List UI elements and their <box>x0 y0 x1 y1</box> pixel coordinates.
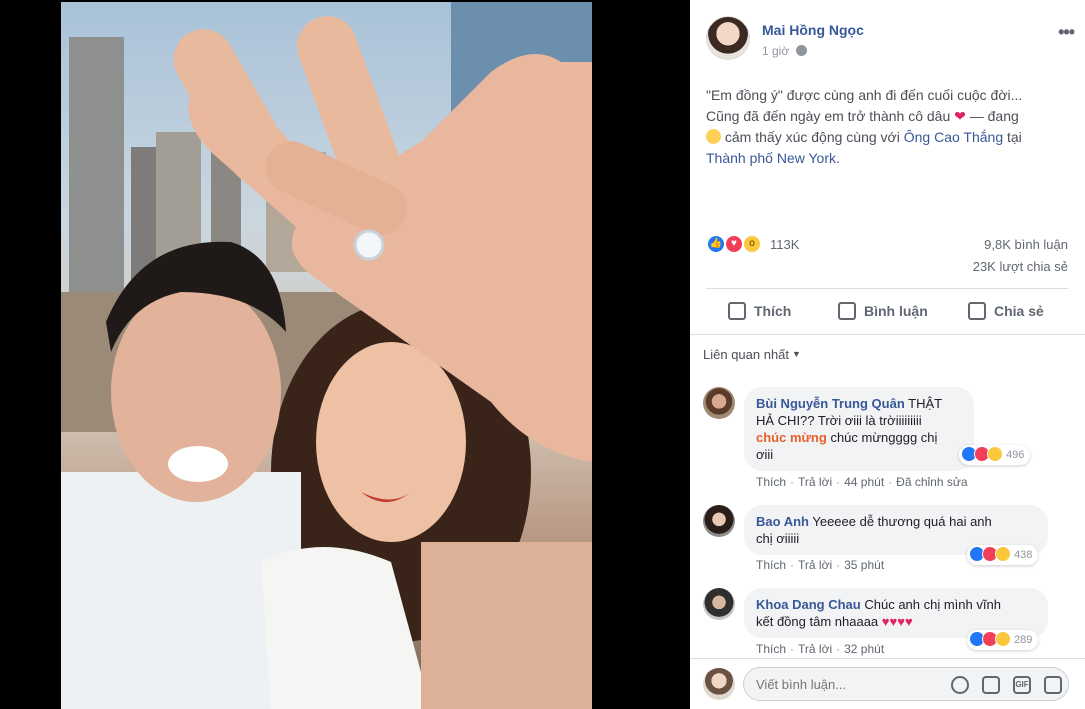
comment-reaction-count: 289 <box>1014 634 1033 646</box>
comment-reaction-count: 438 <box>1014 549 1033 561</box>
comment-text: Chúc anh chị mình vĩnh <box>864 597 1001 612</box>
caption-feeling-prefix: — đang <box>969 108 1019 124</box>
emoji-icon[interactable] <box>951 676 969 694</box>
tagged-person-link[interactable]: Ông Cao Thắng <box>904 129 1003 145</box>
comment-edited-label[interactable]: Đã chỉnh sửa <box>896 475 967 489</box>
comment-bubble: Bùi Nguyễn Trung Quân THẬT HẢ CHI?? Trời… <box>744 387 974 471</box>
caption-line-1: "Em đồng ý" được cùng anh đi đến cuối cu… <box>706 87 1023 103</box>
like-reaction-icon: 👍 <box>706 234 726 254</box>
caret-down-icon: ▼ <box>792 349 801 359</box>
comment-item: Bao Anh Yeeeee dễ thương quá hai anh chị… <box>703 505 1073 585</box>
red-heart-icon: ❤ <box>954 108 966 124</box>
gif-icon[interactable]: GIF <box>1013 676 1031 694</box>
comment-composer: GIF <box>690 658 1085 709</box>
comment-text: ơiii <box>756 447 774 462</box>
love-reaction-icon: ♥ <box>724 234 744 254</box>
commenter-name[interactable]: Khoa Dang Chau <box>756 597 861 612</box>
comment-reaction-summary[interactable]: 438 <box>967 545 1039 565</box>
comment-text: THẬT <box>908 396 943 411</box>
comment-reply-link[interactable]: Trả lời <box>798 558 832 572</box>
haha-reaction-icon <box>995 631 1011 647</box>
comment-text: chị ơiiiii <box>756 531 800 546</box>
share-button[interactable]: Chia sẻ <box>968 299 1044 323</box>
comment-icon <box>838 302 856 320</box>
share-count[interactable]: 23K lượt chia sẻ <box>973 259 1068 274</box>
comment-count[interactable]: 9,8K bình luận <box>984 237 1068 252</box>
photo-illustration <box>61 2 592 709</box>
post-stats: 👍 ♥ o 113K 9,8K bình luận 23K lượt chia … <box>706 233 1068 279</box>
comment-actions: Thích · Trả lời · 35 phút <box>756 558 885 572</box>
commenter-name[interactable]: Bùi Nguyễn Trung Quân <box>756 396 905 411</box>
comment-item: Bùi Nguyễn Trung Quân THẬT HẢ CHI?? Trời… <box>703 387 1073 495</box>
camera-icon[interactable] <box>982 676 1000 694</box>
comment-label: Bình luận <box>864 303 928 319</box>
post-actions: Thích Bình luận Chia sẻ <box>706 293 1068 329</box>
current-user-avatar[interactable] <box>703 668 735 700</box>
globe-icon <box>795 45 807 56</box>
wow-reaction-icon: o <box>742 234 762 254</box>
comment-item: Khoa Dang Chau Chúc anh chị mình vĩnh kế… <box>703 588 1073 660</box>
photo-pane <box>0 0 690 709</box>
commenter-avatar[interactable] <box>703 505 735 537</box>
comment-text: chúc mừngggg chị <box>830 430 938 445</box>
reaction-count[interactable]: 113K <box>770 237 799 252</box>
post-sidebar: Mai Hồng Ngọc 1 giờ ••• "Em đồng ý" được… <box>690 0 1085 709</box>
like-button[interactable]: Thích <box>728 299 791 323</box>
comment-text: kết đồng tâm nhaaaa <box>756 614 879 629</box>
commenter-name[interactable]: Bao Anh <box>756 514 809 529</box>
photo-viewer: Mai Hồng Ngọc 1 giờ ••• "Em đồng ý" được… <box>0 0 1085 709</box>
divider <box>690 334 1085 335</box>
comment-reaction-summary[interactable]: 496 <box>959 445 1031 465</box>
post-header: Mai Hồng Ngọc 1 giờ ••• <box>706 16 1076 64</box>
comment-like-link[interactable]: Thích <box>756 642 786 656</box>
comment-like-link[interactable]: Thích <box>756 558 786 572</box>
location-link[interactable]: Thành phố New York <box>706 150 836 166</box>
author-avatar[interactable] <box>706 16 750 60</box>
commenter-avatar[interactable] <box>703 387 735 419</box>
post-caption: "Em đồng ý" được cùng anh đi đến cuối cu… <box>706 85 1068 169</box>
haha-reaction-icon <box>995 546 1011 562</box>
divider <box>706 288 1068 289</box>
heart-eyes-emoji-icon: ♥♥♥♥ <box>881 614 913 629</box>
comment-reaction-summary[interactable]: 289 <box>967 630 1039 650</box>
thumbs-up-icon <box>728 302 746 320</box>
touched-face-icon <box>706 129 721 144</box>
like-label: Thích <box>754 303 792 319</box>
haha-reaction-icon <box>987 446 1003 462</box>
comment-mention[interactable]: chúc mừng <box>756 430 827 445</box>
share-icon <box>968 302 986 320</box>
author-name[interactable]: Mai Hồng Ngọc <box>762 22 864 38</box>
comment-like-link[interactable]: Thích <box>756 475 786 489</box>
caption-line-2: Cũng đã đến ngày em trở thành cô dâu <box>706 108 951 124</box>
comment-filter-dropdown[interactable]: Liên quan nhất ▼ <box>703 347 801 362</box>
post-time-text: 1 giờ <box>762 44 790 58</box>
caption-end: . <box>835 150 840 166</box>
comment-actions: Thích · Trả lời · 44 phút · Đã chỉnh sửa <box>756 475 968 489</box>
reaction-icons[interactable]: 👍 ♥ o <box>706 234 770 254</box>
caption-at: tại <box>1007 129 1022 145</box>
comment-text: Yeeeee dễ thương quá hai anh <box>812 514 992 529</box>
post-photo[interactable] <box>61 2 592 709</box>
comment-reply-link[interactable]: Trả lời <box>798 475 832 489</box>
sticker-icon[interactable] <box>1044 676 1062 694</box>
comment-time[interactable]: 44 phút <box>844 475 884 489</box>
comment-text: HẢ CHI?? Trời ơiii là trờiiiiiiiii <box>756 413 922 428</box>
more-options-icon[interactable]: ••• <box>1058 22 1075 43</box>
comment-reply-link[interactable]: Trả lời <box>798 642 832 656</box>
comment-filter-label: Liên quan nhất <box>703 347 790 362</box>
post-timestamp[interactable]: 1 giờ <box>762 44 807 58</box>
commenter-avatar[interactable] <box>703 588 735 620</box>
comment-button[interactable]: Bình luận <box>838 299 928 323</box>
caption-feeling: cảm thấy xúc động cùng với <box>724 129 900 145</box>
comment-actions: Thích · Trả lời · 32 phút <box>756 642 885 656</box>
share-label: Chia sẻ <box>994 303 1044 319</box>
comment-time[interactable]: 35 phút <box>844 558 884 572</box>
comment-time[interactable]: 32 phút <box>844 642 884 656</box>
comment-reaction-count: 496 <box>1006 449 1025 461</box>
